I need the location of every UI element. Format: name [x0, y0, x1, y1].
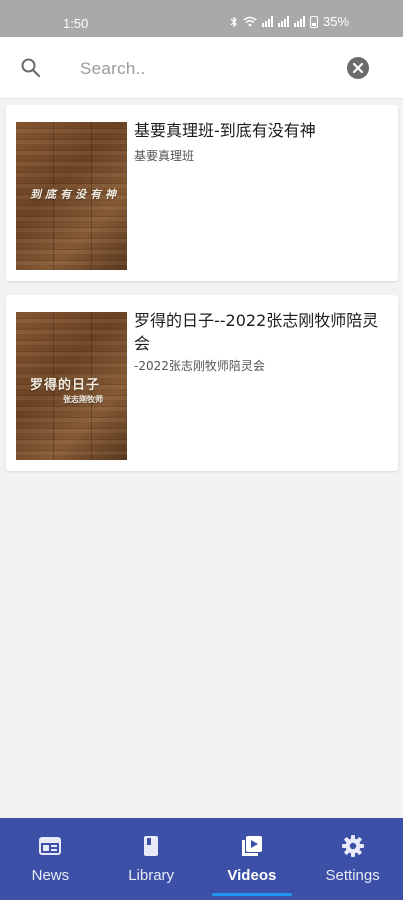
video-subtitle: 基要真理班 [134, 149, 195, 163]
news-icon [39, 837, 62, 855]
battery-percent: 35% [323, 14, 350, 29]
video-card[interactable]: 到底有没有神 基要真理班-到底有没有神 基要真理班 [6, 105, 398, 281]
signal-icon [262, 16, 273, 27]
search-bar [0, 37, 403, 99]
clear-search-icon[interactable] [347, 57, 369, 79]
status-icons: 35% [230, 14, 349, 29]
thumbnail-subtext: 张志刚牧师 [63, 395, 103, 404]
status-time: 1:50 [63, 16, 89, 31]
nav-label: Settings [325, 867, 380, 884]
video-title[interactable]: 罗得的日子--2022张志刚牧师陪灵会 [134, 309, 390, 355]
nav-label: Library [128, 867, 175, 884]
video-card[interactable]: 罗得的日子 张志刚牧师 罗得的日子--2022张志刚牧师陪灵会 -2022张志刚… [6, 295, 398, 471]
gear-icon [341, 835, 364, 857]
battery-icon [310, 15, 318, 28]
nav-label: News [31, 867, 70, 884]
video-title[interactable]: 基要真理班-到底有没有神 [134, 119, 390, 142]
status-bar: 1:50 35% [0, 0, 403, 37]
video-thumbnail[interactable]: 到底有没有神 [16, 122, 127, 270]
search-icon[interactable] [19, 56, 43, 80]
signal-icon [294, 16, 305, 27]
search-input[interactable] [80, 55, 320, 83]
nav-item-settings[interactable]: Settings [302, 818, 403, 900]
video-thumbnail[interactable]: 罗得的日子 张志刚牧师 [16, 312, 127, 460]
nav-item-videos[interactable]: Videos [202, 818, 303, 900]
thumbnail-text: 到底有没有神 [30, 188, 120, 201]
bluetooth-icon [230, 16, 237, 27]
video-library-icon [241, 836, 262, 856]
video-subtitle: -2022张志刚牧师陪灵会 [134, 359, 265, 373]
wifi-icon [243, 16, 257, 27]
nav-item-library[interactable]: Library [101, 818, 202, 900]
bottom-navigation: News Library Videos Settings [0, 818, 403, 900]
signal-icon [278, 16, 289, 27]
nav-item-news[interactable]: News [0, 818, 101, 900]
book-icon [144, 836, 159, 856]
active-tab-indicator [211, 893, 293, 896]
nav-label: Videos [227, 867, 277, 884]
thumbnail-text: 罗得的日子 [30, 378, 101, 393]
